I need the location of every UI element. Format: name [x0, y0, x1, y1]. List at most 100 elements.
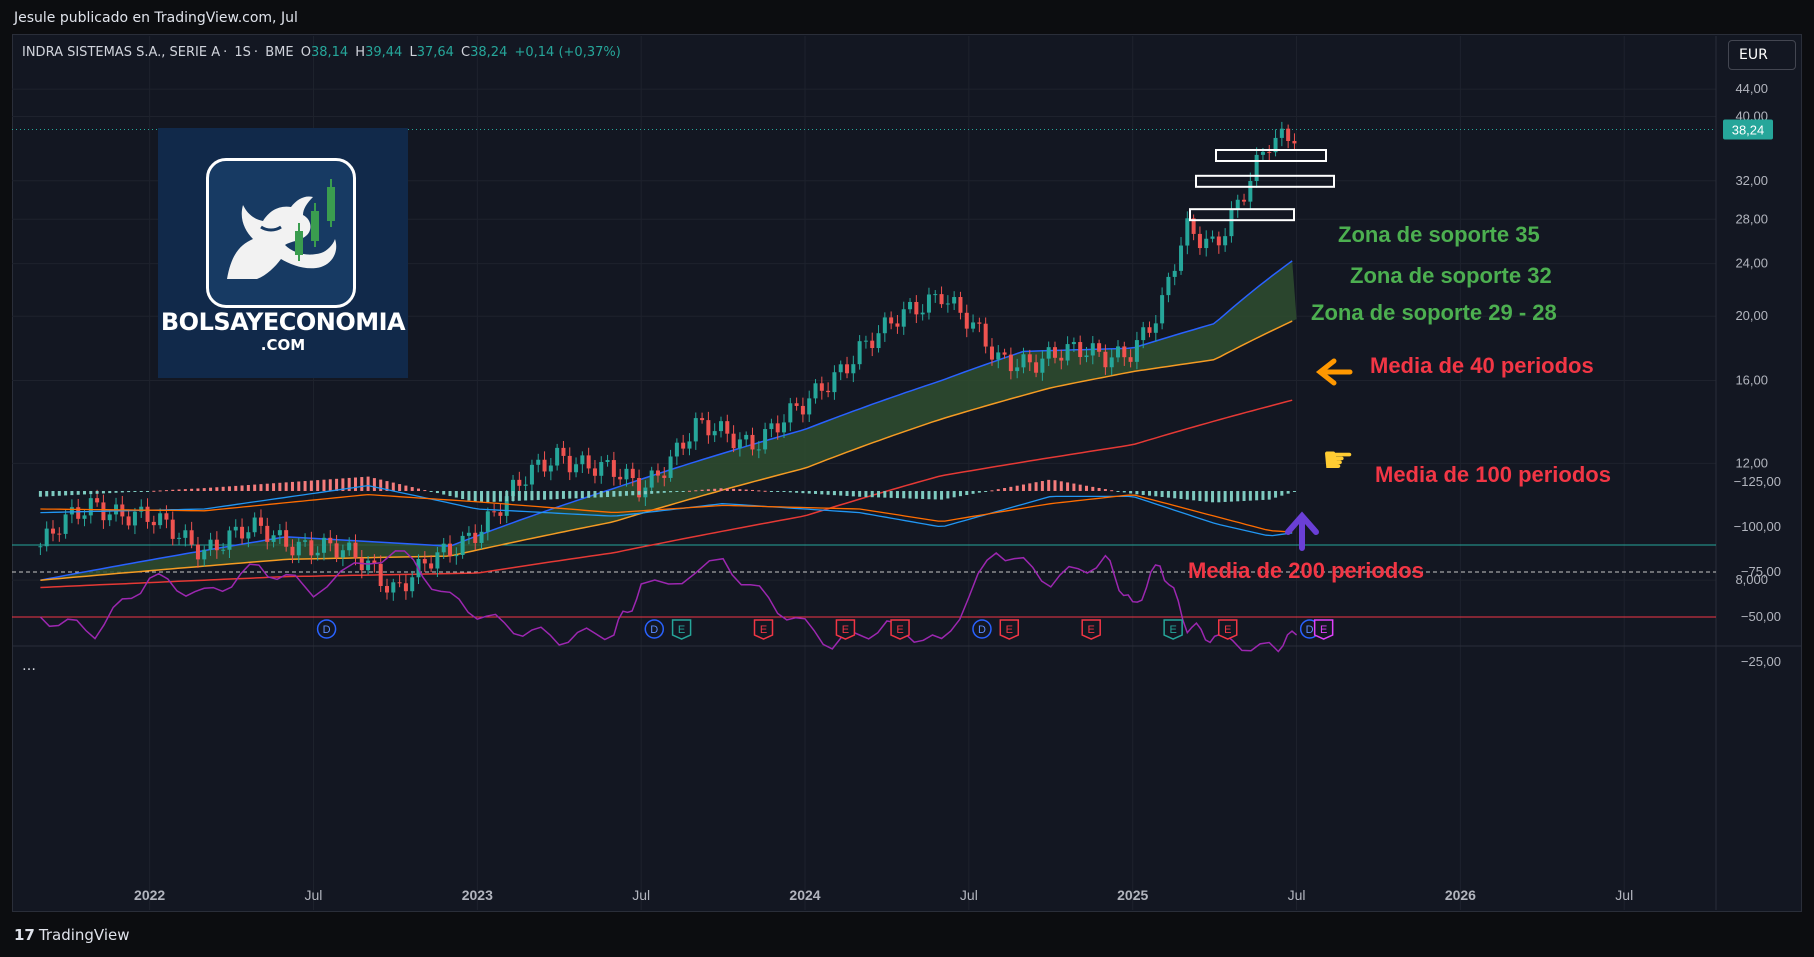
- candle-body: [630, 468, 635, 479]
- macd-histogram-bar: [177, 489, 181, 491]
- candle-body: [441, 543, 446, 553]
- candle-body: [700, 418, 705, 421]
- candle-body: [536, 459, 541, 465]
- indicator-menu-button[interactable]: …: [22, 658, 36, 674]
- macd-histogram-bar: [870, 491, 874, 498]
- macd-histogram-bar: [366, 476, 370, 491]
- macd-histogram-bar: [303, 481, 307, 491]
- candle-body: [561, 447, 566, 456]
- earnings-marker-label: E: [1224, 624, 1231, 636]
- low-label: L: [409, 45, 417, 60]
- time-tick-label: 2025: [1117, 887, 1148, 903]
- macd-histogram-bar: [297, 481, 301, 491]
- macd-histogram-bar: [473, 491, 477, 503]
- candle-body: [1015, 367, 1020, 372]
- oscillator-tick-label: −125,00: [1734, 474, 1781, 489]
- candle-body: [44, 528, 49, 547]
- candle-body: [681, 442, 686, 449]
- candle-body: [1160, 295, 1165, 324]
- candle-body: [996, 352, 1001, 360]
- candle-body: [1279, 128, 1284, 138]
- candle-body: [498, 512, 503, 516]
- candle-body: [845, 364, 850, 374]
- candle-body: [1134, 340, 1139, 362]
- macd-histogram-bar: [706, 489, 710, 491]
- macd-histogram-bar: [202, 488, 206, 491]
- macd-histogram-bar: [555, 491, 559, 500]
- close-label: C: [461, 45, 471, 60]
- macd-histogram-bar: [89, 491, 93, 495]
- candle-body: [542, 459, 547, 472]
- oscillator-axis[interactable]: −25,00 −50,00 −75,00 −100,00 −125,00: [1734, 474, 1781, 669]
- macd-histogram-bar: [133, 491, 137, 492]
- time-tick-label: 2026: [1445, 887, 1476, 903]
- high-value: 39,44: [365, 45, 403, 60]
- macd-histogram-bar: [788, 491, 792, 493]
- candle-body: [1242, 199, 1247, 202]
- candle-body: [233, 526, 238, 531]
- macd-histogram-bar: [543, 491, 547, 500]
- candle-body: [1216, 236, 1221, 246]
- macd-histogram-bar: [656, 491, 660, 494]
- macd-histogram-bar: [1173, 491, 1177, 499]
- macd-histogram-bar: [958, 491, 962, 497]
- macd-histogram-bar: [1047, 479, 1051, 491]
- macd-histogram-bar: [158, 490, 162, 492]
- macd-histogram-bar: [45, 491, 49, 497]
- price-axis[interactable]: 44,0040,0032,0028,0024,0020,0016,0012,00…: [1735, 81, 1768, 587]
- earnings-marker-label: E: [842, 624, 849, 636]
- macd-histogram-bar: [38, 491, 42, 497]
- macd-histogram-bar: [631, 491, 635, 496]
- bull-icon: [227, 179, 337, 279]
- candle-body: [1109, 357, 1114, 368]
- tradingview-logo-icon: 17: [14, 926, 35, 944]
- candle-body: [1059, 357, 1064, 361]
- macd-histogram-bar: [272, 483, 276, 491]
- candle-body: [529, 464, 534, 485]
- price-tick-label: 32,00: [1735, 173, 1768, 188]
- macd-histogram-bar: [1015, 485, 1019, 491]
- macd-histogram-bar: [215, 487, 219, 491]
- macd-histogram-bar: [1217, 491, 1221, 503]
- macd-histogram-bar: [190, 488, 194, 491]
- macd-histogram-bar: [57, 491, 61, 496]
- candle-body: [466, 532, 471, 536]
- macd-histogram-bar: [353, 477, 357, 491]
- macd-histogram-bar: [1223, 491, 1227, 502]
- time-axis[interactable]: 2022 Jul 2023 Jul 2024 Jul 2025 Jul 2026 Jul: [134, 887, 1633, 903]
- macd-histogram-bar: [889, 491, 893, 498]
- macd-histogram-bar: [977, 491, 981, 493]
- candle-body: [1254, 154, 1259, 181]
- logo-title: BOLSAYECONOMIA: [160, 308, 406, 336]
- candle-body: [410, 577, 415, 592]
- macd-histogram-bar: [700, 489, 704, 491]
- macd-histogram-bar: [687, 490, 691, 492]
- macd-histogram-bar: [1116, 491, 1120, 492]
- symbol-legend[interactable]: INDRA SISTEMAS S.A., SERIE A · 1S · BME O3…: [22, 45, 624, 60]
- candle-body: [38, 546, 43, 548]
- candle-body: [347, 542, 352, 551]
- candle-body: [460, 535, 465, 555]
- macd-histogram-bar: [486, 491, 490, 503]
- candle-body: [1260, 151, 1265, 155]
- candle-body: [1229, 209, 1234, 237]
- macd-histogram-bar: [908, 491, 912, 499]
- candle-body: [1071, 342, 1076, 345]
- candle-body: [1040, 358, 1045, 373]
- footer-brand[interactable]: 17 TradingView: [14, 926, 130, 944]
- candle-body: [208, 539, 213, 550]
- macd-histogram-bar: [101, 491, 105, 494]
- candle-body: [195, 544, 200, 560]
- candle-body: [1267, 151, 1272, 153]
- candle-body: [429, 563, 434, 569]
- candle-body: [132, 511, 137, 526]
- candle-body: [1021, 354, 1026, 368]
- macd-histogram-bar: [146, 491, 150, 492]
- candle-body: [321, 537, 326, 553]
- candle-body: [214, 539, 219, 551]
- currency-button[interactable]: EUR: [1728, 40, 1796, 70]
- dividend-marker-label: D: [978, 624, 986, 636]
- macd-histogram-bar: [895, 491, 899, 499]
- candle-body: [1122, 346, 1127, 358]
- macd-histogram-bar: [1009, 486, 1013, 491]
